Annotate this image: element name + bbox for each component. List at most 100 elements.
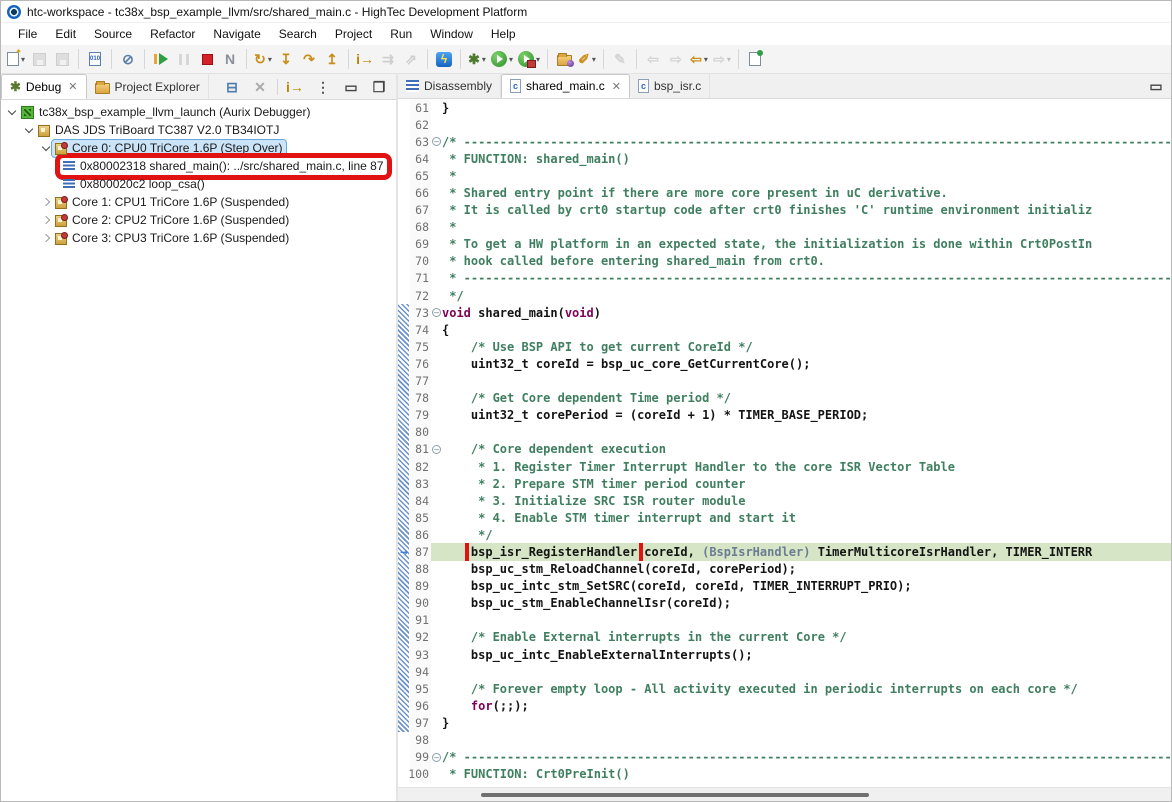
back-button[interactable]: ⇦▾ bbox=[688, 47, 710, 71]
menu-help[interactable]: Help bbox=[482, 25, 525, 43]
debug-launch-tree[interactable]: tc38x_bsp_example_llvm_launch (Aurix Deb… bbox=[1, 100, 396, 801]
tree-row[interactable]: DAS JDS TriBoard TC387 V2.0 TB34IOTJ bbox=[1, 121, 396, 139]
instruction-stepping-button[interactable]: i→ bbox=[354, 47, 376, 71]
stack-frame-annotation-box[interactable]: 0x80002318 shared_main(): ../src/shared_… bbox=[60, 158, 387, 175]
collapse-all-button[interactable]: ⊟ bbox=[221, 75, 243, 99]
editor-tab-disassembly[interactable]: Disassembly bbox=[398, 74, 501, 98]
code-line-body: bsp_uc_intc_EnableExternalInterrupts(); bbox=[431, 646, 1171, 663]
open-run-config-button[interactable] bbox=[553, 47, 575, 71]
code-line: 81– /* Core dependent execution bbox=[398, 441, 1171, 458]
remove-all-terminated-button[interactable]: ✕ bbox=[249, 75, 271, 99]
collapse-fold-icon[interactable]: – bbox=[432, 753, 441, 762]
tree-node-content[interactable]: Core 1: CPU1 TriCore 1.6P (Suspended) bbox=[52, 194, 292, 211]
menu-refactor[interactable]: Refactor bbox=[141, 25, 204, 43]
chevron-down-icon[interactable] bbox=[39, 146, 52, 150]
next-edit-location-button[interactable]: ⇨ bbox=[665, 47, 687, 71]
tree-row[interactable]: 0x80002318 shared_main(): ../src/shared_… bbox=[1, 157, 396, 175]
run-button[interactable]: ▾ bbox=[489, 47, 515, 71]
horizontal-scrollbar-thumb[interactable] bbox=[481, 793, 869, 797]
step-into-button[interactable]: ↧ bbox=[275, 47, 297, 71]
tree-row[interactable]: Core 0: CPU0 TriCore 1.6P (Step Over) bbox=[1, 139, 396, 157]
save-button[interactable] bbox=[28, 47, 50, 71]
menu-run[interactable]: Run bbox=[381, 25, 421, 43]
chevron-right-icon[interactable] bbox=[39, 235, 52, 241]
debug-button[interactable]: ✱▾ bbox=[466, 47, 488, 71]
new-wizard-button[interactable]: ▾ bbox=[5, 47, 27, 71]
forward-button[interactable]: ⇨▾ bbox=[711, 47, 733, 71]
close-tab-icon[interactable]: ✕ bbox=[68, 80, 77, 93]
code-line-body: * 4. Enable STM timer interrupt and star… bbox=[431, 509, 1171, 526]
chevron-right-icon[interactable] bbox=[39, 217, 52, 223]
flash-programmer-button[interactable] bbox=[433, 47, 455, 71]
save-all-button[interactable] bbox=[51, 47, 73, 71]
restart-button[interactable]: ↻▾ bbox=[252, 47, 274, 71]
tree-node-label: 0x80002318 shared_main(): ../src/shared_… bbox=[80, 159, 384, 173]
tree-row[interactable]: Core 1: CPU1 TriCore 1.6P (Suspended) bbox=[1, 193, 396, 211]
view-tab-debug[interactable]: ✱Debug✕ bbox=[1, 74, 87, 99]
flash-download-button[interactable]: ✐▾ bbox=[576, 47, 598, 71]
dropdown-arrow-icon[interactable]: ▾ bbox=[727, 55, 731, 64]
menu-source[interactable]: Source bbox=[85, 25, 141, 43]
code-text: } bbox=[442, 716, 449, 730]
tree-node-content[interactable]: DAS JDS TriBoard TC387 V2.0 TB34IOTJ bbox=[35, 122, 282, 139]
tree-node-content[interactable]: Core 0: CPU0 TriCore 1.6P (Step Over) bbox=[52, 140, 286, 157]
code-line: 96 for(;;); bbox=[398, 697, 1171, 714]
tree-node-content[interactable]: Core 3: CPU3 TriCore 1.6P (Suspended) bbox=[52, 230, 292, 247]
chevron-down-icon[interactable] bbox=[5, 110, 18, 114]
collapse-fold-icon[interactable]: – bbox=[432, 445, 441, 454]
tree-row[interactable]: tc38x_bsp_example_llvm_launch (Aurix Deb… bbox=[1, 103, 396, 121]
menu-project[interactable]: Project bbox=[326, 25, 381, 43]
chevron-right-icon[interactable] bbox=[39, 199, 52, 205]
previous-edit-location-button[interactable]: ⇦ bbox=[642, 47, 664, 71]
external-tools-button[interactable]: ▾ bbox=[516, 47, 542, 71]
dropdown-arrow-icon[interactable]: ▾ bbox=[268, 55, 272, 64]
close-tab-icon[interactable]: ✕ bbox=[612, 80, 621, 93]
collapse-fold-icon[interactable]: – bbox=[432, 137, 441, 146]
new-binary-config-button[interactable] bbox=[84, 47, 106, 71]
editor-tab-bsp-isr-c[interactable]: bsp_isr.c bbox=[630, 74, 710, 98]
tree-row[interactable]: 0x800020c2 loop_csa() bbox=[1, 175, 396, 193]
minimize-view-button[interactable]: ▭ bbox=[340, 75, 362, 99]
menu-search[interactable]: Search bbox=[270, 25, 326, 43]
dropdown-arrow-icon[interactable]: ▾ bbox=[536, 55, 540, 64]
collapse-fold-icon[interactable]: – bbox=[432, 308, 441, 317]
dropdown-arrow-icon[interactable]: ▾ bbox=[482, 55, 486, 64]
code-line: 67 * It is called by crt0 startup code a… bbox=[398, 202, 1171, 219]
tree-node-content[interactable]: tc38x_bsp_example_llvm_launch (Aurix Deb… bbox=[18, 104, 313, 121]
drop-to-frame-button[interactable]: ⇗ bbox=[400, 47, 422, 71]
menu-file[interactable]: File bbox=[9, 25, 46, 43]
disconnect-button[interactable]: N bbox=[219, 47, 241, 71]
tree-node-content[interactable]: Core 2: CPU2 TriCore 1.6P (Suspended) bbox=[52, 212, 292, 229]
source-code-editor[interactable]: 61}6263–/* -----------------------------… bbox=[398, 99, 1171, 787]
chevron-down-icon[interactable] bbox=[22, 128, 35, 132]
step-over-button[interactable]: ↷ bbox=[298, 47, 320, 71]
instruction-stepping-mode-button[interactable]: i→ bbox=[284, 75, 306, 99]
tab-label: bsp_isr.c bbox=[654, 79, 701, 93]
terminate-button[interactable] bbox=[196, 47, 218, 71]
toolbar-separator bbox=[427, 49, 428, 69]
suspend-button[interactable] bbox=[173, 47, 195, 71]
editor-tab-shared-main-c[interactable]: shared_main.c✕ bbox=[501, 74, 630, 98]
resume-button[interactable] bbox=[150, 47, 172, 71]
last-edit-location-button[interactable] bbox=[744, 47, 766, 71]
skip-all-breakpoints-button[interactable]: ⊘ bbox=[117, 47, 139, 71]
new-binary-config-icon bbox=[89, 52, 101, 66]
minimize-editor-button[interactable]: ▭ bbox=[1145, 74, 1167, 98]
menu-edit[interactable]: Edit bbox=[46, 25, 85, 43]
tree-row[interactable]: Core 2: CPU2 TriCore 1.6P (Suspended) bbox=[1, 211, 396, 229]
step-return-button[interactable]: ↥ bbox=[321, 47, 343, 71]
menu-window[interactable]: Window bbox=[421, 25, 482, 43]
view-menu-button[interactable]: ⋮ bbox=[312, 75, 334, 99]
code-line-body: /* Enable External interrupts in the cur… bbox=[431, 629, 1171, 646]
menu-navigate[interactable]: Navigate bbox=[204, 25, 269, 43]
dropdown-arrow-icon[interactable]: ▾ bbox=[592, 55, 596, 64]
tree-row[interactable]: Core 3: CPU3 TriCore 1.6P (Suspended) bbox=[1, 229, 396, 247]
view-tab-project-explorer[interactable]: Project Explorer bbox=[87, 74, 209, 99]
maximize-view-button[interactable]: ❒ bbox=[368, 75, 390, 99]
use-step-filters-button[interactable]: ⇉ bbox=[377, 47, 399, 71]
mark-occurrences-button[interactable]: ✎ bbox=[609, 47, 631, 71]
dropdown-arrow-icon[interactable]: ▾ bbox=[509, 55, 513, 64]
tree-node-content[interactable]: 0x800020c2 loop_csa() bbox=[60, 176, 208, 193]
dropdown-arrow-icon[interactable]: ▾ bbox=[704, 55, 708, 64]
horizontal-scrollbar[interactable] bbox=[398, 787, 1171, 801]
